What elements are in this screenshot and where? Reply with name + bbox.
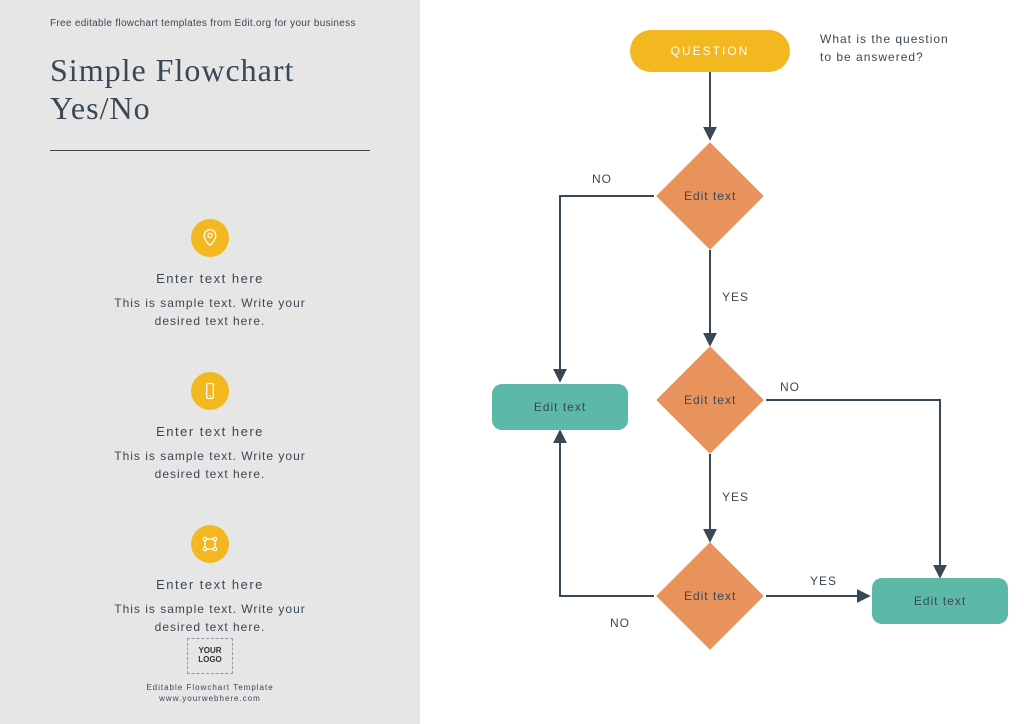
footer-text: Editable Flowchart Template www.yourwebh… — [0, 682, 420, 704]
edge-label-yes: YES — [722, 290, 749, 304]
sidebar-footer: YOUR LOGO Editable Flowchart Template ww… — [0, 638, 420, 704]
logo-placeholder: YOUR LOGO — [187, 638, 233, 674]
title-line-2: Yes/No — [50, 90, 151, 126]
page-title: Simple Flowchart Yes/No — [50, 51, 370, 128]
edge-label-no: NO — [592, 172, 612, 186]
start-node[interactable]: QUESTION — [630, 30, 790, 72]
question-annotation: What is the question to be answered? — [820, 30, 950, 66]
edge-label-yes: YES — [722, 490, 749, 504]
pin-icon — [191, 219, 229, 257]
edge-label-no: NO — [780, 380, 800, 394]
feature-desc: This is sample text. Write your desired … — [50, 600, 370, 636]
edge-label-yes: YES — [810, 574, 837, 588]
feature-item: Enter text here This is sample text. Wri… — [50, 525, 370, 636]
feature-title: Enter text here — [50, 424, 370, 439]
feature-title: Enter text here — [50, 577, 370, 592]
process-node-2[interactable]: Edit text — [872, 578, 1008, 624]
feature-desc: This is sample text. Write your desired … — [50, 447, 370, 483]
feature-title: Enter text here — [50, 271, 370, 286]
flowchart-canvas: QUESTION What is the question to be answ… — [420, 0, 1024, 724]
phone-icon — [191, 372, 229, 410]
process-node-1[interactable]: Edit text — [492, 384, 628, 430]
tagline: Free editable flowchart templates from E… — [50, 18, 370, 29]
feature-item: Enter text here This is sample text. Wri… — [50, 372, 370, 483]
sidebar: Free editable flowchart templates from E… — [0, 0, 420, 724]
edge-label-no: NO — [610, 616, 630, 630]
feature-desc: This is sample text. Write your desired … — [50, 294, 370, 330]
title-line-1: Simple Flowchart — [50, 52, 294, 88]
network-icon — [191, 525, 229, 563]
title-divider — [50, 150, 370, 151]
feature-item: Enter text here This is sample text. Wri… — [50, 219, 370, 330]
